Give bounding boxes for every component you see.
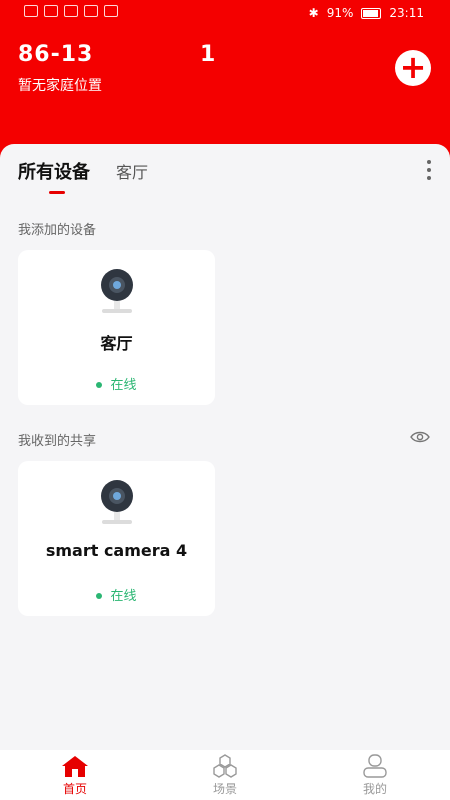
- bottom-nav: 首页 场景 我的: [0, 750, 450, 800]
- battery-icon: [361, 7, 382, 19]
- device-name: smart camera 4: [45, 541, 188, 560]
- bluetooth-icon: ✱: [308, 6, 319, 20]
- tab-living-room[interactable]: 客厅: [116, 159, 148, 183]
- scene-icon: [213, 754, 237, 778]
- nav-scene-label: 场景: [212, 782, 237, 796]
- more-options-icon[interactable]: [426, 160, 432, 180]
- room-tabs: 所有设备 客厅: [18, 158, 148, 184]
- nav-scene[interactable]: 场景: [150, 750, 300, 800]
- device-status-text: 在线: [110, 589, 137, 604]
- tab-all-devices[interactable]: 所有设备: [18, 158, 90, 184]
- device-status: 在线: [18, 585, 215, 604]
- signal-icon-2: [64, 5, 78, 17]
- add-device-button[interactable]: +: [395, 50, 431, 86]
- account-phone-suffix[interactable]: 1: [200, 42, 215, 67]
- signal-icon: [44, 5, 58, 17]
- camera-icon: [101, 269, 133, 313]
- sim-icon: [24, 5, 38, 17]
- device-card[interactable]: 客厅 在线: [18, 250, 215, 405]
- section-title-shared: 我收到的共享: [18, 434, 97, 449]
- section-title-added: 我添加的设备: [18, 223, 97, 238]
- clock: 23:11: [389, 6, 424, 20]
- eye-icon[interactable]: [410, 430, 430, 444]
- device-content: 所有设备 客厅 我添加的设备 客厅 在线 我收到的共享 smart camera…: [0, 144, 450, 750]
- active-tab-indicator: [49, 191, 65, 194]
- nav-home[interactable]: 首页: [0, 750, 150, 800]
- status-left: [24, 5, 118, 17]
- notification-icon: [104, 5, 118, 17]
- nav-profile[interactable]: 我的: [300, 750, 450, 800]
- device-status: 在线: [18, 374, 215, 393]
- device-name: 客厅: [100, 334, 133, 353]
- account-phone-prefix[interactable]: 86-13: [18, 42, 93, 67]
- shared-device-card[interactable]: smart camera 4 在线: [18, 461, 215, 616]
- online-dot-icon: [96, 592, 103, 599]
- nfc-icon: [84, 5, 98, 17]
- profile-icon: [363, 754, 387, 778]
- home-location-label[interactable]: 暂无家庭位置: [18, 75, 102, 95]
- battery-percent: 91%: [326, 6, 354, 20]
- nav-home-label: 首页: [62, 782, 87, 796]
- status-right: ✱ 91% 23:11: [309, 6, 424, 20]
- camera-icon: [101, 480, 133, 524]
- online-dot-icon: [96, 381, 103, 388]
- status-bar: ✱ 91% 23:11: [0, 0, 450, 28]
- home-icon: [62, 756, 88, 777]
- nav-profile-label: 我的: [362, 782, 387, 796]
- device-status-text: 在线: [110, 378, 137, 393]
